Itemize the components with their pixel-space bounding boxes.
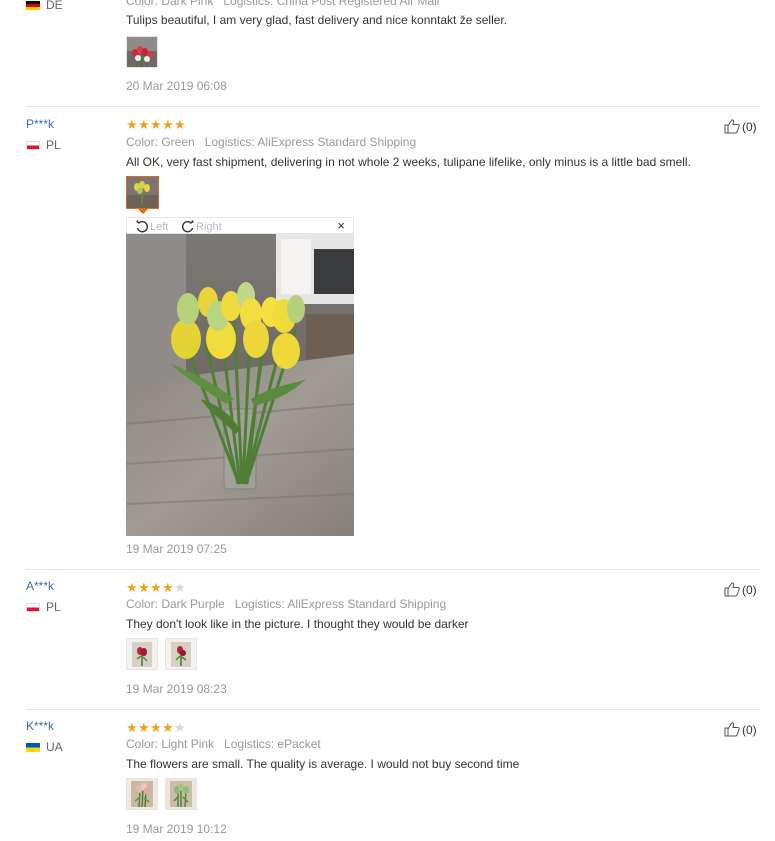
- review-photos: [126, 778, 206, 812]
- thumbs-up-icon: [724, 582, 740, 597]
- star-rating: ★★★★★: [126, 720, 186, 735]
- review-text: They don't look like in the picture. I t…: [126, 617, 469, 631]
- star-filled-icon: ★: [138, 580, 150, 595]
- star-filled-icon: ★: [126, 117, 138, 132]
- star-filled-icon: ★: [126, 720, 138, 735]
- review-photo-thumbnail[interactable]: [126, 176, 159, 209]
- star-filled-icon: ★: [138, 720, 150, 735]
- helpful-button[interactable]: (0): [724, 581, 757, 597]
- rotate-left-button[interactable]: Left: [135, 219, 168, 233]
- star-filled-icon: ★: [138, 117, 150, 132]
- photo-viewer-toolbar: Left Right ×: [126, 217, 354, 234]
- yellow-tulips-large-photo-icon: [126, 234, 354, 536]
- review-photo-thumbnail[interactable]: [165, 638, 197, 670]
- review-photos: [126, 638, 206, 672]
- review-logistics: Logistics: AliExpress Standard Shipping: [234, 597, 447, 611]
- star-filled-icon: ★: [162, 720, 174, 735]
- reviewer-name[interactable]: K***k: [26, 719, 54, 733]
- review-meta: Color: Dark Purple Logistics: AliExpress …: [126, 597, 446, 611]
- review-photos: [126, 36, 166, 70]
- review-meta: Color: Light Pink Logistics: ePacket: [126, 737, 321, 751]
- review-meta: Color: Green Logistics: AliExpress Standa…: [126, 135, 416, 149]
- star-empty-icon: ★: [174, 580, 186, 595]
- rotate-right-button[interactable]: Right: [181, 219, 222, 233]
- star-filled-icon: ★: [162, 117, 174, 132]
- review-text: The flowers are small. The quality is av…: [126, 757, 520, 771]
- star-empty-icon: ★: [174, 720, 186, 735]
- rotate-right-label: Right: [196, 221, 222, 233]
- star-filled-icon: ★: [150, 720, 162, 735]
- reviewer-country: DE: [26, 0, 63, 12]
- helpful-button[interactable]: (0): [724, 721, 757, 737]
- review-divider: [26, 709, 760, 710]
- flag-ua-icon: [26, 743, 40, 752]
- star-filled-icon: ★: [150, 580, 162, 595]
- rotate-right-icon: [181, 220, 194, 233]
- yellow-tulips-photo: [126, 234, 354, 536]
- review-logistics: Logistics: ePacket: [224, 737, 321, 751]
- rotate-left-label: Left: [150, 221, 169, 233]
- red-tulips-photo-icon: [127, 37, 157, 67]
- photo-viewer: Left Right ×: [126, 217, 354, 537]
- active-thumbnail-arrow: [138, 209, 148, 214]
- star-filled-icon: ★: [162, 580, 174, 595]
- yellow-tulips-photo-icon: [127, 177, 158, 208]
- star-rating: ★★★★★: [126, 117, 186, 132]
- review-logistics: Logistics: China Post Registered Air Mai…: [223, 0, 440, 8]
- review-photo-thumbnail[interactable]: [126, 638, 158, 670]
- country-code: DE: [46, 0, 63, 12]
- flag-de-icon: [26, 1, 40, 10]
- helpful-count: (0): [742, 583, 757, 597]
- light-tulips-photo-icon: [127, 779, 157, 809]
- review-photo-thumbnail[interactable]: [165, 778, 197, 810]
- flag-pl-icon: [26, 603, 40, 612]
- review-logistics: Logistics: AliExpress Standard Shipping: [204, 135, 417, 149]
- review-text: All OK, very fast shipment, delivering i…: [126, 155, 691, 169]
- reviewer-name[interactable]: A***k: [26, 579, 54, 593]
- helpful-count: (0): [742, 723, 757, 737]
- review-date: 20 Mar 2019 06:08: [126, 79, 227, 93]
- review-photo-thumbnail[interactable]: [126, 36, 158, 68]
- star-rating: ★★★★★: [126, 580, 186, 595]
- helpful-button[interactable]: (0): [724, 118, 757, 134]
- review-divider: [26, 106, 760, 107]
- star-filled-icon: ★: [126, 580, 138, 595]
- helpful-count: (0): [742, 120, 757, 134]
- star-filled-icon: ★: [150, 117, 162, 132]
- review-color: Color: Light Pink: [126, 737, 215, 751]
- thumbs-up-icon: [724, 722, 740, 737]
- close-icon[interactable]: ×: [337, 218, 345, 233]
- review-text: Tulips beautiful, I am very glad, fast d…: [126, 13, 508, 27]
- review-photos: [126, 176, 166, 216]
- reviewer-country: UA: [26, 740, 63, 754]
- review-date: 19 Mar 2019 08:23: [126, 682, 227, 696]
- reviewer-country: PL: [26, 600, 61, 614]
- light-tulips-photo-icon: [166, 779, 196, 809]
- country-code: PL: [46, 600, 61, 614]
- review-color: Color: Green: [126, 135, 195, 149]
- star-filled-icon: ★: [174, 117, 186, 132]
- review-divider: [26, 569, 760, 570]
- dark-tulip-photo-icon: [166, 639, 196, 669]
- country-code: PL: [46, 138, 61, 152]
- reviewer-country: PL: [26, 138, 61, 152]
- review-meta: Color: Dark Pink Logistics: China Post Re…: [126, 0, 439, 8]
- review-photo-thumbnail[interactable]: [126, 778, 158, 810]
- review-date: 19 Mar 2019 10:12: [126, 822, 227, 836]
- dark-tulip-photo-icon: [127, 639, 157, 669]
- review-color: Color: Dark Pink: [126, 0, 214, 8]
- review-date: 19 Mar 2019 07:25: [126, 542, 227, 556]
- review-color: Color: Dark Purple: [126, 597, 225, 611]
- country-code: UA: [46, 740, 63, 754]
- thumbs-up-icon: [724, 119, 740, 134]
- flag-pl-icon: [26, 141, 40, 150]
- reviewer-name[interactable]: P***k: [26, 117, 54, 131]
- rotate-left-icon: [136, 220, 149, 233]
